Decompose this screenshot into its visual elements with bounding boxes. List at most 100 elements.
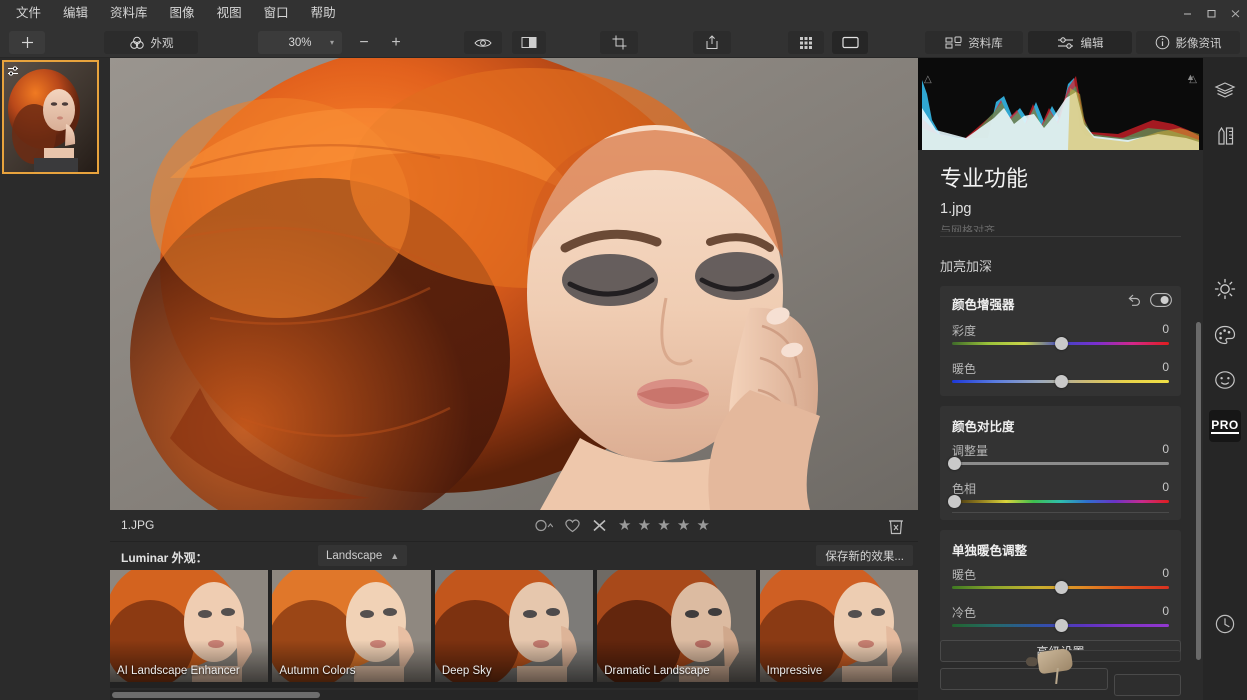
panel-scrollbar-thumb[interactable] xyxy=(1196,322,1201,660)
looks-category-value: Landscape xyxy=(326,550,382,562)
preset-item[interactable]: Impressive xyxy=(760,570,918,682)
slider-knob[interactable] xyxy=(948,495,961,508)
close-button[interactable] xyxy=(1223,0,1247,27)
rail-pro-button[interactable]: PRO xyxy=(1209,410,1241,442)
zoom-out-button[interactable]: − xyxy=(350,31,378,54)
library-icon xyxy=(945,36,962,50)
color-palette-icon xyxy=(1214,325,1236,345)
slider-knob[interactable] xyxy=(1055,619,1068,632)
adjusted-badge-icon xyxy=(7,65,20,77)
section-dodge-burn[interactable]: 加亮加深 xyxy=(940,256,992,275)
slider-track[interactable] xyxy=(952,462,1169,465)
grid-view-button[interactable] xyxy=(788,31,824,54)
slider-knob[interactable] xyxy=(1055,337,1068,350)
eye-icon xyxy=(474,37,492,49)
crop-button[interactable] xyxy=(600,31,638,54)
looks-category-dropdown[interactable]: Landscape ▲ xyxy=(318,545,407,566)
rail-light-button[interactable] xyxy=(1211,275,1239,303)
preset-item[interactable]: Deep Sky xyxy=(435,570,593,682)
preset-scrollbar[interactable] xyxy=(110,690,918,700)
slider-knob[interactable] xyxy=(1055,581,1068,594)
preset-item[interactable]: AI Landscape Enhancer xyxy=(110,570,268,682)
thumbnail-item-1[interactable] xyxy=(2,60,99,174)
looks-toggle-button[interactable]: 外观 xyxy=(104,31,198,54)
delete-button[interactable] xyxy=(888,517,904,535)
zoom-in-button[interactable]: + xyxy=(382,31,410,54)
portrait-face-icon xyxy=(1214,370,1236,390)
x-reject-icon xyxy=(592,518,607,533)
menu-edit[interactable]: 编辑 xyxy=(52,0,99,27)
preset-label: AI Landscape Enhancer xyxy=(117,665,240,677)
rail-history-button[interactable] xyxy=(1211,610,1239,638)
share-export-button[interactable] xyxy=(693,31,731,54)
save-new-look-button[interactable]: 保存新的效果... xyxy=(816,545,913,566)
slider-track[interactable] xyxy=(952,500,1169,503)
tab-edit[interactable]: 编辑 xyxy=(1028,31,1132,54)
slider-value: 0 xyxy=(1162,360,1169,374)
sun-light-icon xyxy=(1214,278,1236,300)
preset-strip[interactable]: AI Landscape Enhancer Autumn Colors xyxy=(110,570,918,688)
undo-reset-icon xyxy=(1127,293,1141,306)
divider xyxy=(940,236,1181,237)
history-clock-icon xyxy=(1214,613,1236,635)
menu-window[interactable]: 窗口 xyxy=(253,0,300,27)
rail-portrait-button[interactable] xyxy=(1211,366,1239,394)
star-rating[interactable]: ★ ★ ★ ★ ★ xyxy=(618,516,711,534)
share-icon xyxy=(705,35,719,50)
tool-header[interactable]: 颜色增强器 xyxy=(940,286,1181,316)
compare-split-button[interactable] xyxy=(512,31,546,54)
slider-value: 0 xyxy=(1162,480,1169,494)
menu-bar: 文件 编辑 资料库 图像 视图 窗口 帮助 xyxy=(0,0,1247,27)
slider-label: 暖色 xyxy=(952,360,976,377)
ghost-row-right[interactable] xyxy=(1114,674,1181,696)
menu-file[interactable]: 文件 xyxy=(5,0,52,27)
single-view-button[interactable] xyxy=(832,31,868,54)
preview-toggle-button[interactable] xyxy=(464,31,502,54)
thumbnail-image xyxy=(4,62,97,172)
trash-icon xyxy=(888,517,904,535)
menu-help[interactable]: 帮助 xyxy=(300,0,347,27)
image-canvas[interactable] xyxy=(110,58,918,510)
preset-item[interactable]: Dramatic Landscape xyxy=(597,570,755,682)
canvas-file-name: 1.JPG xyxy=(121,518,154,532)
panel-collapse-icon[interactable]: ▲ xyxy=(1186,72,1195,82)
favorite-button[interactable] xyxy=(564,518,581,533)
panel-title: 专业功能 xyxy=(940,161,1028,193)
slider-value: 0 xyxy=(1162,442,1169,456)
add-image-button[interactable] xyxy=(9,31,45,54)
maximize-icon xyxy=(1206,8,1217,19)
rail-layers-button[interactable] xyxy=(1211,76,1239,104)
menu-image[interactable]: 图像 xyxy=(159,0,206,27)
rail-canvas-tools-button[interactable] xyxy=(1211,122,1239,150)
toggle-switch-icon xyxy=(1150,293,1172,307)
ghost-row-left[interactable] xyxy=(940,668,1108,690)
menu-view[interactable]: 视图 xyxy=(206,0,253,27)
preset-item[interactable]: Autumn Colors xyxy=(272,570,430,682)
pro-badge-icon: PRO xyxy=(1211,419,1239,434)
tab-image-info[interactable]: 影像资讯 xyxy=(1136,31,1240,54)
preset-scrollbar-thumb[interactable] xyxy=(112,692,320,698)
zoom-select[interactable]: 30% ▾ xyxy=(258,31,342,54)
slider-knob[interactable] xyxy=(948,457,961,470)
image-info-bar: 1.JPG ★ ★ ★ ★ ★ xyxy=(110,510,918,542)
histogram[interactable]: △ △ xyxy=(918,58,1203,150)
tab-library[interactable]: 资料库 xyxy=(925,31,1023,54)
shadow-clip-indicator-icon[interactable]: △ xyxy=(924,74,932,85)
histogram-graph xyxy=(918,58,1203,150)
reset-button[interactable] xyxy=(1127,293,1141,306)
looks-toggle-label: 外观 xyxy=(151,35,174,51)
tool-color-contrast: 颜色对比度 调整量 0 色相 0 xyxy=(940,406,1181,520)
preset-label: Autumn Colors xyxy=(279,665,355,677)
rail-color-button[interactable] xyxy=(1211,321,1239,349)
slider-knob[interactable] xyxy=(1055,375,1068,388)
color-label-button[interactable] xyxy=(535,519,553,532)
tool-name: 颜色增强器 xyxy=(952,294,1015,313)
maximize-button[interactable] xyxy=(1199,0,1223,27)
divider xyxy=(952,512,1169,513)
menu-library[interactable]: 资料库 xyxy=(99,0,159,27)
minimize-button[interactable] xyxy=(1175,0,1199,27)
tab-image-info-label: 影像资讯 xyxy=(1176,35,1222,51)
reject-button[interactable] xyxy=(592,518,607,533)
tool-enable-toggle[interactable] xyxy=(1150,293,1172,307)
slider-label: 冷色 xyxy=(952,604,976,621)
